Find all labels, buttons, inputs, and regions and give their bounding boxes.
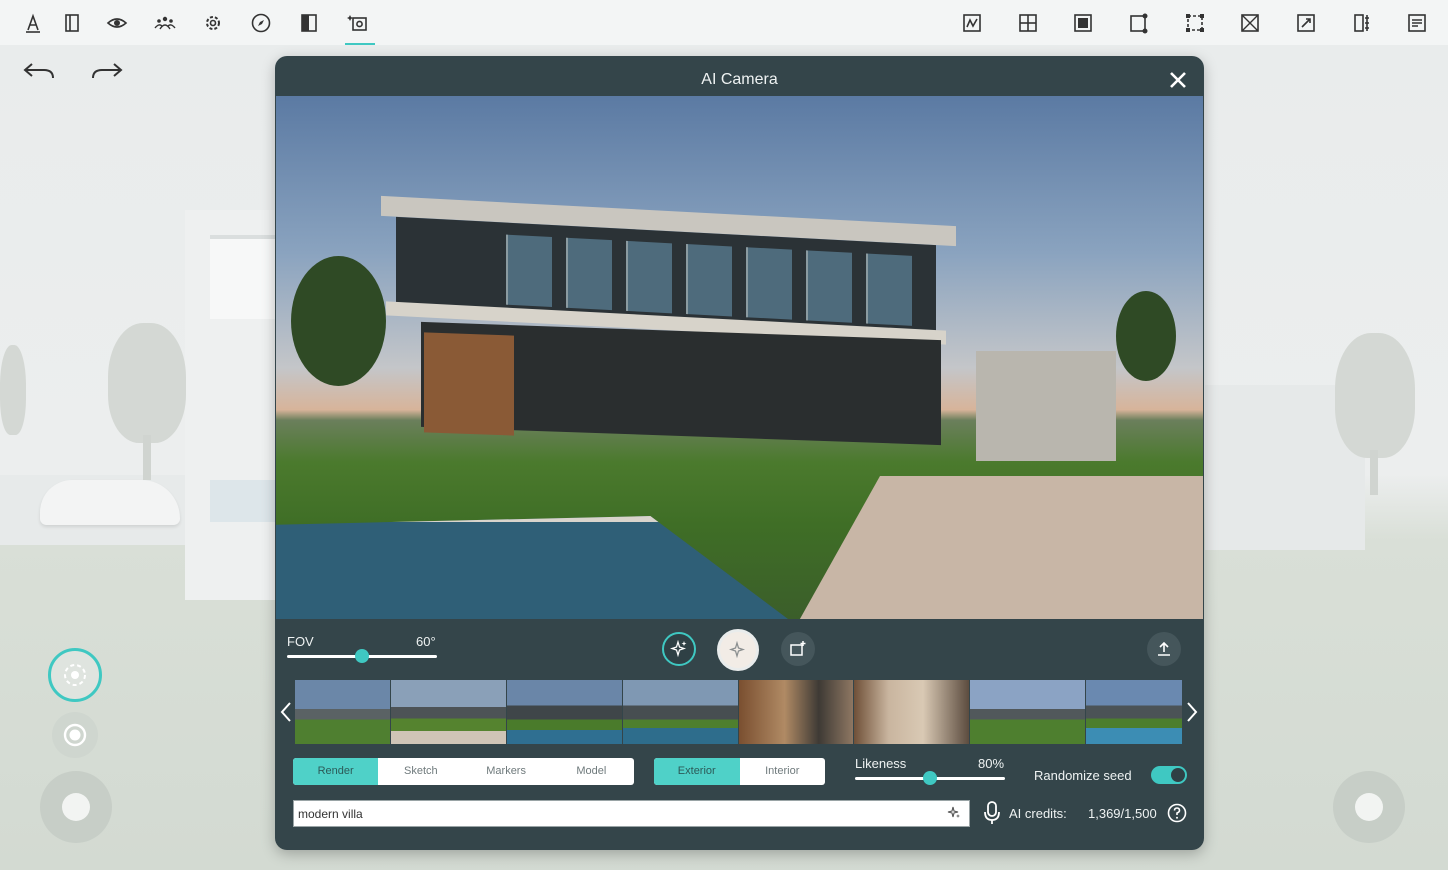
ai-render-button[interactable] — [662, 632, 696, 666]
thumbnails-prev-arrow[interactable] — [279, 700, 293, 724]
add-frame-icon — [790, 641, 806, 656]
ruler-icon[interactable] — [1347, 8, 1377, 38]
look-joystick[interactable] — [1333, 771, 1405, 843]
ai-camera-icon[interactable] — [343, 8, 373, 38]
mode-render-tab[interactable]: Render — [293, 758, 379, 785]
render-thumbnails — [295, 680, 1183, 744]
render-mode-selector: Render Sketch Markers Model — [293, 758, 634, 785]
thumbnail[interactable] — [739, 680, 854, 744]
likeness-label: Likeness — [855, 756, 907, 771]
upload-button[interactable] — [1147, 632, 1181, 666]
render-preview-image — [276, 96, 1203, 619]
thumbnail[interactable] — [623, 680, 739, 744]
thumbnail[interactable] — [970, 680, 1086, 744]
layers-icon[interactable] — [57, 8, 87, 38]
draw-icon[interactable] — [957, 8, 987, 38]
upload-icon — [1158, 641, 1170, 656]
ai-camera-dialog: AI Camera FOV 60° Render Sketch Markers … — [275, 56, 1204, 850]
randomize-seed-toggle[interactable] — [1151, 766, 1187, 784]
sparkle-icon — [670, 640, 687, 658]
dialog-title: AI Camera — [701, 71, 778, 88]
close-icon[interactable] — [1166, 68, 1190, 92]
target-icon — [63, 723, 87, 747]
scene-building — [185, 210, 280, 600]
thumbnail[interactable] — [507, 680, 623, 744]
mode-model-tab[interactable]: Model — [549, 758, 634, 785]
prompt-input[interactable] — [293, 800, 970, 827]
eye-icon[interactable] — [102, 8, 132, 38]
people-icon[interactable] — [150, 8, 180, 38]
gear-icon[interactable] — [198, 8, 228, 38]
thumbnails-next-arrow[interactable] — [1185, 700, 1199, 724]
orbit-icon — [64, 664, 86, 686]
scene-interior-tab[interactable]: Interior — [740, 758, 826, 785]
walk-mode-button[interactable] — [52, 712, 98, 758]
randomize-seed-label: Randomize seed — [1034, 768, 1132, 783]
fov-value: 60° — [416, 634, 436, 649]
thumbnail[interactable] — [1086, 680, 1183, 744]
sparkle-icon[interactable] — [947, 806, 961, 820]
corner-edit-icon[interactable] — [1124, 8, 1154, 38]
scene-tree — [0, 345, 26, 435]
text-tool-icon[interactable] — [18, 8, 48, 38]
ai-credits-value: 1,369/1,500 — [1088, 806, 1157, 821]
fov-label: FOV — [287, 634, 314, 649]
likeness-value: 80% — [978, 756, 1005, 771]
top-toolbar — [0, 0, 1448, 46]
move-joystick[interactable] — [40, 771, 112, 843]
likeness-slider-thumb[interactable] — [923, 771, 937, 785]
compass-icon[interactable] — [246, 8, 276, 38]
thumbnail[interactable] — [391, 680, 507, 744]
scene-tree — [108, 323, 186, 443]
thumbnail[interactable] — [854, 680, 970, 744]
mode-sketch-tab[interactable]: Sketch — [378, 758, 463, 785]
ai-credits-label: AI credits: — [1009, 806, 1067, 821]
scene-exterior-tab[interactable]: Exterior — [654, 758, 740, 785]
fill-square-icon[interactable] — [1068, 8, 1098, 38]
microphone-icon[interactable] — [983, 801, 1001, 825]
undo-button[interactable] — [22, 60, 62, 90]
frame-icon[interactable] — [1180, 8, 1210, 38]
split-view-icon[interactable] — [294, 8, 324, 38]
scene-type-selector: Exterior Interior — [654, 758, 825, 785]
add-to-gallery-button[interactable] — [781, 632, 815, 666]
scene-car — [40, 480, 180, 525]
pin-icon[interactable] — [1291, 8, 1321, 38]
scene-tree — [1335, 333, 1415, 458]
redo-button[interactable] — [90, 60, 130, 90]
document-icon[interactable] — [1402, 8, 1432, 38]
fov-slider-thumb[interactable] — [355, 649, 369, 663]
sparkle-icon — [729, 641, 746, 659]
orbit-mode-button[interactable] — [48, 648, 102, 702]
shutter-button[interactable] — [717, 629, 759, 671]
add-grid-icon[interactable] — [1013, 8, 1043, 38]
cross-box-icon[interactable] — [1235, 8, 1265, 38]
help-icon[interactable] — [1167, 803, 1187, 823]
thumbnail[interactable] — [295, 680, 391, 744]
mode-markers-tab[interactable]: Markers — [464, 758, 549, 785]
